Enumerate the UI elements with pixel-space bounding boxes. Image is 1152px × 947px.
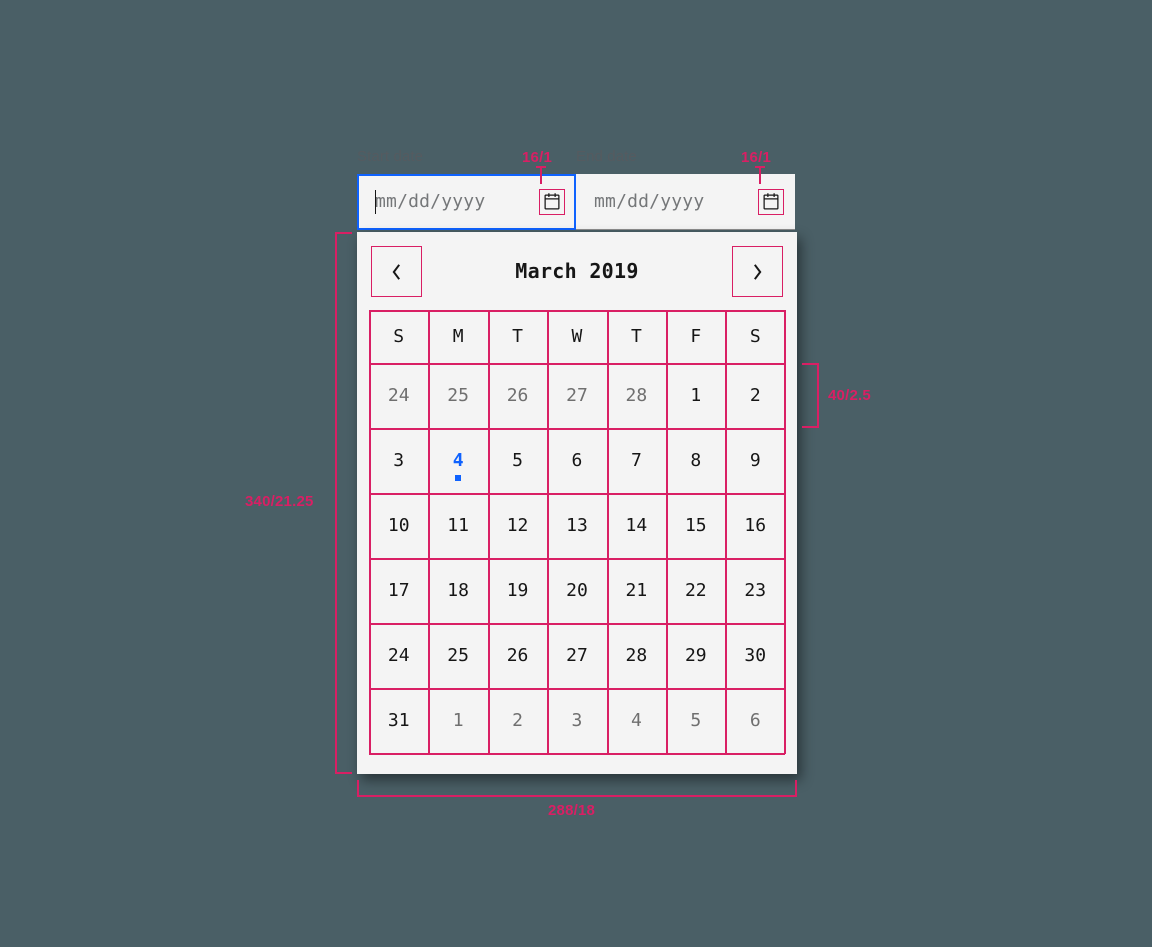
spec-bracket-row: [800, 363, 824, 429]
weekday-cell: W: [547, 310, 606, 363]
day-cell[interactable]: 8: [666, 428, 725, 493]
day-cell[interactable]: 13: [547, 493, 606, 558]
calendar-header: March 2019: [357, 232, 797, 310]
day-cell[interactable]: 2: [726, 363, 785, 428]
month-year-label[interactable]: March 2019: [515, 259, 638, 283]
day-cell[interactable]: 14: [607, 493, 666, 558]
day-cell[interactable]: 9: [726, 428, 785, 493]
day-cell[interactable]: 19: [488, 558, 547, 623]
day-cell[interactable]: 24: [369, 623, 428, 688]
weekday-cell: S: [369, 310, 428, 363]
end-date-input[interactable]: mm/dd/yyyy: [576, 174, 795, 230]
day-cell[interactable]: 26: [488, 623, 547, 688]
calendar-icon: [761, 192, 781, 212]
spec-label-icon-end: 16/1: [741, 149, 771, 166]
spec-label-icon-start: 16/1: [522, 149, 552, 166]
chevron-left-icon: [391, 263, 402, 281]
day-cell[interactable]: 12: [488, 493, 547, 558]
day-cell[interactable]: 25: [428, 363, 487, 428]
calendar-popup: March 2019 SMTWTFS 242526272812345678910…: [357, 232, 797, 774]
day-cell[interactable]: 11: [428, 493, 487, 558]
week-row: 31123456: [357, 688, 797, 753]
weekday-row: SMTWTFS: [357, 310, 797, 363]
day-cell[interactable]: 18: [428, 558, 487, 623]
calendar-icon: [542, 192, 562, 212]
spec-bracket-height: [330, 232, 354, 774]
day-cell[interactable]: 6: [726, 688, 785, 753]
week-row: 24252627282930: [357, 623, 797, 688]
day-cell[interactable]: 27: [547, 623, 606, 688]
day-cell[interactable]: 16: [726, 493, 785, 558]
day-cell[interactable]: 3: [547, 688, 606, 753]
day-cell[interactable]: 6: [547, 428, 606, 493]
weekday-cell: T: [607, 310, 666, 363]
day-cell[interactable]: 24: [369, 363, 428, 428]
weekday-cell: S: [726, 310, 785, 363]
day-cell[interactable]: 30: [726, 623, 785, 688]
spec-tick: [536, 166, 546, 168]
spec-tick: [540, 166, 542, 184]
prev-month-button[interactable]: [371, 246, 422, 297]
spec-label-width: 288/18: [548, 802, 595, 819]
calendar-icon-start-wrap[interactable]: [542, 192, 562, 212]
day-cell[interactable]: 5: [488, 428, 547, 493]
day-cell[interactable]: 1: [428, 688, 487, 753]
day-cell[interactable]: 29: [666, 623, 725, 688]
day-cell[interactable]: 22: [666, 558, 725, 623]
spec-tick: [759, 166, 761, 184]
spec-label-row: 40/2.5: [828, 387, 871, 404]
day-cell[interactable]: 28: [607, 363, 666, 428]
week-row: 3456789: [357, 428, 797, 493]
day-cell[interactable]: 4: [428, 428, 487, 493]
day-cell[interactable]: 21: [607, 558, 666, 623]
day-cell[interactable]: 7: [607, 428, 666, 493]
weekday-cell: F: [666, 310, 725, 363]
calendar-icon-end-wrap[interactable]: [761, 192, 781, 212]
weekday-cell: T: [488, 310, 547, 363]
start-date-input[interactable]: mm/dd/yyyy: [357, 174, 576, 230]
day-cell[interactable]: 17: [369, 558, 428, 623]
day-cell[interactable]: 31: [369, 688, 428, 753]
chevron-right-icon: [752, 263, 763, 281]
spec-label-height: 340/21.25: [245, 493, 314, 510]
day-cell[interactable]: 20: [547, 558, 606, 623]
day-cell[interactable]: 1: [666, 363, 725, 428]
weekday-cell: M: [428, 310, 487, 363]
day-cell[interactable]: 26: [488, 363, 547, 428]
day-cell[interactable]: 15: [666, 493, 725, 558]
end-date-placeholder: mm/dd/yyyy: [594, 191, 704, 212]
day-cell[interactable]: 5: [666, 688, 725, 753]
date-range-inputs: Start date mm/dd/yyyy End date mm/dd/yyy…: [357, 148, 795, 230]
week-row: 17181920212223: [357, 558, 797, 623]
day-cell[interactable]: 28: [607, 623, 666, 688]
next-month-button[interactable]: [732, 246, 783, 297]
spec-bracket-width: [357, 778, 797, 802]
spec-tick: [755, 166, 765, 168]
calendar-grid: 2425262728123456789101112131415161718192…: [357, 363, 797, 753]
day-cell[interactable]: 27: [547, 363, 606, 428]
day-cell[interactable]: 4: [607, 688, 666, 753]
day-cell[interactable]: 3: [369, 428, 428, 493]
week-row: 10111213141516: [357, 493, 797, 558]
week-row: 242526272812: [357, 363, 797, 428]
day-cell[interactable]: 2: [488, 688, 547, 753]
start-date-placeholder: mm/dd/yyyy: [375, 191, 485, 212]
day-cell[interactable]: 23: [726, 558, 785, 623]
day-cell[interactable]: 10: [369, 493, 428, 558]
day-cell[interactable]: 25: [428, 623, 487, 688]
